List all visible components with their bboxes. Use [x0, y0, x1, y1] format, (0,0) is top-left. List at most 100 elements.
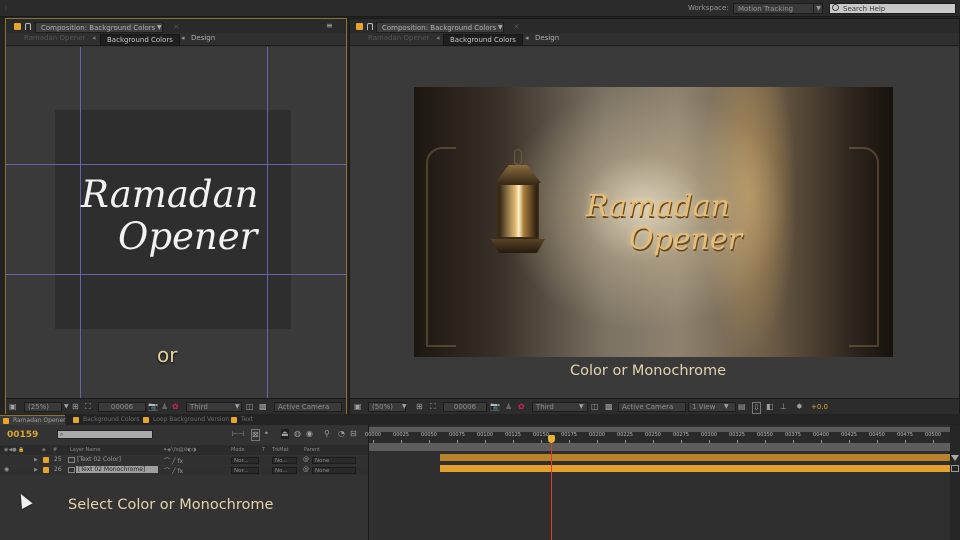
- layer-switches-icon[interactable]: ⌒ ╱ fx: [164, 466, 183, 475]
- lock-icon[interactable]: [367, 23, 373, 30]
- zoom-in-icon[interactable]: [951, 465, 959, 472]
- transparency-grid-icon[interactable]: ▩: [259, 402, 267, 412]
- parent-header[interactable]: Parent: [304, 447, 320, 453]
- blend-mode-dropdown[interactable]: Nor...: [231, 467, 259, 474]
- breadcrumb-background-colors[interactable]: Background Colors: [100, 34, 180, 46]
- track-matte-dropdown[interactable]: No...: [272, 467, 297, 474]
- current-time-field[interactable]: 00006: [443, 402, 487, 412]
- mask-visibility-icon[interactable]: ⛶: [85, 402, 91, 412]
- fast-previews-icon[interactable]: ⇩: [752, 402, 761, 414]
- magnification-dropdown[interactable]: (50%): [368, 402, 406, 412]
- layer-duration-bar[interactable]: [440, 465, 951, 472]
- breadcrumb-design[interactable]: Design: [191, 34, 215, 42]
- show-snapshot-icon[interactable]: ♟: [161, 402, 168, 412]
- mask-visibility-icon[interactable]: ⛶: [430, 402, 436, 412]
- draft-3d-icon[interactable]: ⊠: [251, 429, 260, 441]
- timeline-tab-loop-background-version[interactable]: Loop Background Version: [140, 415, 229, 425]
- parent-dropdown[interactable]: None: [312, 457, 356, 464]
- pick-whip-icon[interactable]: @: [303, 456, 309, 463]
- exposure-value[interactable]: +0.0: [811, 403, 828, 411]
- layer-row[interactable]: ◉ ▶ 26 [Text 02 Monochrome] ⌒ ╱ fx Nor..…: [0, 466, 368, 475]
- trkmat-header[interactable]: TrkMat: [272, 447, 289, 453]
- work-area-bar[interactable]: [369, 443, 951, 451]
- track-matte-dropdown[interactable]: No...: [272, 457, 297, 464]
- camera-view-dropdown[interactable]: Active Camera: [618, 402, 686, 412]
- playhead-handle[interactable]: [548, 435, 556, 443]
- camera-snapshot-icon[interactable]: 📷: [148, 402, 158, 412]
- graph-editor-search-icon[interactable]: ⚲: [324, 429, 330, 439]
- visibility-eye-icon[interactable]: ◉: [4, 466, 9, 473]
- breadcrumb-design[interactable]: Design: [535, 34, 559, 42]
- region-of-interest-icon[interactable]: ◫: [246, 402, 254, 412]
- tab-dropdown-icon[interactable]: ▼: [157, 24, 162, 31]
- playhead-line[interactable]: [551, 435, 553, 540]
- expand-triangle-icon[interactable]: ▶: [34, 457, 38, 463]
- chevron-down-icon[interactable]: ▼: [64, 402, 69, 412]
- frame-blending-icon[interactable]: ⏏: [281, 429, 289, 439]
- current-time-field[interactable]: 00006: [98, 402, 146, 412]
- brainstorm-icon[interactable]: ◉: [306, 429, 313, 439]
- camera-snapshot-icon[interactable]: 📷: [490, 402, 500, 412]
- magnification-dropdown[interactable]: (25%): [24, 402, 62, 412]
- composition-viewer[interactable]: Ramadan Opener or: [6, 47, 346, 398]
- guide-line-horizontal[interactable]: [6, 164, 346, 165]
- search-help-input[interactable]: Search Help: [829, 3, 956, 14]
- guide-line-vertical[interactable]: [80, 47, 81, 398]
- composition-mini-flowchart-icon[interactable]: ⊢⊣: [232, 429, 244, 439]
- always-preview-icon[interactable]: ▣: [354, 402, 362, 412]
- close-icon[interactable]: ×: [513, 22, 520, 31]
- chevron-down-icon[interactable]: ▼: [724, 402, 729, 412]
- layer-switches-icon[interactable]: ⌒ ╱ fx: [164, 456, 183, 465]
- label-color-swatch[interactable]: [43, 457, 49, 463]
- time-graph-pane[interactable]: 00000 00025 00050 00075 00100 00125 00150 00175…: [365, 425, 951, 540]
- stopwatch-icon[interactable]: ◔: [338, 429, 345, 439]
- parent-dropdown[interactable]: None: [312, 467, 356, 474]
- timeline-scrollbar[interactable]: [950, 425, 960, 540]
- layer-row[interactable]: ▶ 25 [Text 02 Color] ⌒ ╱ fx Nor... No...…: [0, 456, 368, 465]
- motion-blur-icon[interactable]: ◍: [294, 429, 301, 439]
- region-of-interest-icon[interactable]: ◫: [591, 402, 599, 412]
- tab-dropdown-icon[interactable]: ▼: [498, 24, 503, 31]
- camera-view-dropdown[interactable]: Active Camera: [274, 402, 342, 412]
- composition-tab[interactable]: Composition: Background Colors: [35, 22, 163, 33]
- flowchart-icon[interactable]: ⊥: [780, 402, 787, 412]
- chevron-down-icon[interactable]: ▼: [402, 402, 407, 412]
- mode-header[interactable]: Mode: [231, 447, 245, 453]
- breadcrumb-ramadan-opener[interactable]: Ramadan Opener: [368, 34, 429, 42]
- close-icon[interactable]: ×: [173, 22, 180, 31]
- transparency-grid-icon[interactable]: ▩: [605, 402, 613, 412]
- lock-icon[interactable]: [25, 23, 31, 30]
- timeline-tab-background-colors[interactable]: Background Colors: [70, 415, 140, 425]
- graph-editor-icon[interactable]: ⊟: [350, 429, 357, 439]
- layer-name[interactable]: [Text 02 Color]: [77, 456, 121, 463]
- show-snapshot-icon[interactable]: ♟: [505, 402, 512, 412]
- hide-shy-layers-icon[interactable]: •: [264, 429, 269, 439]
- guide-line-vertical[interactable]: [267, 47, 268, 398]
- zoom-slider-icon[interactable]: [951, 455, 959, 461]
- toggle-pixel-aspect-icon[interactable]: ▤: [738, 402, 746, 412]
- exposure-icon[interactable]: ✸: [796, 402, 803, 412]
- chevron-down-icon[interactable]: ▼: [579, 402, 584, 412]
- blend-mode-dropdown[interactable]: Nor...: [231, 457, 259, 464]
- workspace-dropdown[interactable]: Motion Tracking: [733, 3, 823, 14]
- timeline-tab-text[interactable]: Text: [228, 415, 258, 425]
- title-safe-icon[interactable]: ⊞: [72, 402, 79, 412]
- breadcrumb-background-colors[interactable]: Background Colors: [443, 34, 523, 46]
- label-color-swatch[interactable]: [43, 467, 49, 473]
- layer-search-input[interactable]: ⌕: [57, 430, 153, 439]
- pick-whip-icon[interactable]: @: [303, 466, 309, 473]
- layer-name-header[interactable]: Layer Name: [70, 447, 100, 453]
- title-safe-icon[interactable]: ⊞: [416, 402, 423, 412]
- timeline-icon[interactable]: ◧: [766, 402, 774, 412]
- timeline-tab-ramadan-opener[interactable]: Ramadan Opener: [0, 415, 66, 425]
- channels-icon[interactable]: ✿: [172, 402, 179, 412]
- panel-menu-icon[interactable]: ≡: [326, 21, 333, 30]
- chevron-down-icon[interactable]: ▼: [235, 402, 240, 412]
- guide-line-horizontal[interactable]: [6, 274, 346, 275]
- composition-viewer[interactable]: Ramadan Opener Color or Monochrome: [350, 47, 959, 398]
- always-preview-icon[interactable]: ▣: [9, 402, 17, 412]
- layer-duration-bar[interactable]: [440, 454, 951, 461]
- current-time-display[interactable]: 00159: [7, 430, 38, 440]
- layer-name[interactable]: [Text 02 Monochrome]: [76, 466, 158, 473]
- chevron-down-icon[interactable]: ▼: [813, 3, 823, 14]
